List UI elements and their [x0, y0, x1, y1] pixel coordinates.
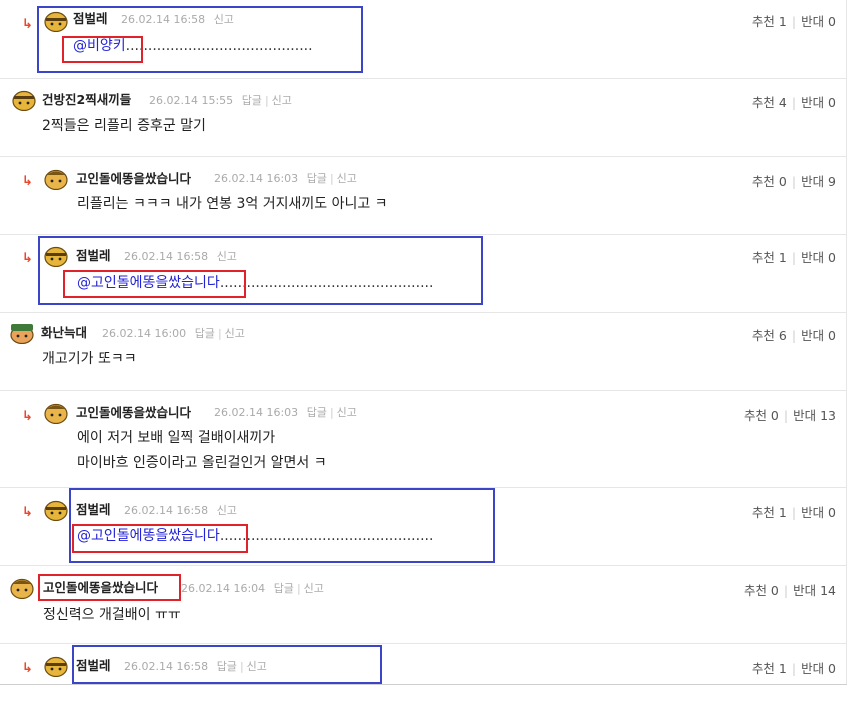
- list-bottom-border: [0, 684, 847, 685]
- vote-counts: 추천 1 | 반대 0: [751, 250, 836, 265]
- highlight-box-red: [63, 270, 246, 298]
- downvote-button[interactable]: 반대 9: [801, 174, 836, 189]
- highlight-box-red: [38, 574, 181, 601]
- list-right-border: [846, 0, 847, 685]
- reply-link[interactable]: 답글: [195, 327, 215, 340]
- divider: [0, 643, 846, 644]
- comment-time: 26.02.14 16:03: [214, 172, 299, 185]
- upvote-button[interactable]: 추천 1: [752, 661, 787, 676]
- comment-meta: 26.02.14 16:03 답글 | 신고: [214, 406, 357, 419]
- downvote-button[interactable]: 반대 0: [801, 328, 836, 343]
- avatar[interactable]: [44, 655, 68, 677]
- comment-time: 26.02.14 15:55: [149, 94, 234, 107]
- reply-arrow-icon: ↳: [22, 505, 33, 520]
- highlight-box-red: [62, 36, 143, 63]
- downvote-button[interactable]: 반대 14: [793, 583, 836, 598]
- comment-body: 정신력으 개걸배이 ㅠㅠ: [43, 607, 181, 623]
- avatar[interactable]: [10, 577, 34, 599]
- upvote-button[interactable]: 추천 0: [744, 408, 779, 423]
- author-name[interactable]: 고인돌에똥을쌌습니다: [76, 171, 191, 187]
- report-link[interactable]: 신고: [337, 172, 357, 185]
- report-link[interactable]: 신고: [337, 406, 357, 419]
- divider: [0, 234, 846, 235]
- upvote-button[interactable]: 추천 1: [752, 250, 787, 265]
- divider: [0, 156, 846, 157]
- upvote-button[interactable]: 추천 6: [752, 328, 787, 343]
- upvote-button[interactable]: 추천 1: [752, 14, 787, 29]
- comment-time: 26.02.14 16:03: [214, 406, 299, 419]
- comment-body: 에이 저거 보배 일찍 걸배이새끼가: [77, 430, 276, 446]
- reply-arrow-icon: ↳: [22, 251, 33, 266]
- reply-arrow-icon: ↳: [22, 17, 33, 32]
- vote-counts: 추천 1 | 반대 0: [751, 505, 836, 520]
- highlight-box-blue: [72, 645, 382, 684]
- vote-counts: 추천 0 | 반대 13: [743, 408, 836, 423]
- author-name[interactable]: 화난늑대: [41, 325, 87, 341]
- downvote-button[interactable]: 반대 13: [793, 408, 836, 423]
- downvote-button[interactable]: 반대 0: [801, 505, 836, 520]
- comment-meta: 26.02.14 15:55 답글 | 신고: [149, 94, 292, 107]
- vote-counts: 추천 0 | 반대 14: [743, 583, 836, 598]
- downvote-button[interactable]: 반대 0: [801, 95, 836, 110]
- comment-body: 2찍들은 리플리 증후군 말기: [42, 118, 206, 134]
- avatar[interactable]: [12, 89, 36, 111]
- comment-body-line2: 마이바흐 인증이라고 올린걸인거 알면서 ㅋ: [77, 455, 327, 471]
- divider: [0, 565, 846, 566]
- reply-link[interactable]: 답글: [242, 94, 262, 107]
- reply-arrow-icon: ↳: [22, 661, 33, 676]
- downvote-button[interactable]: 반대 0: [801, 14, 836, 29]
- reply-arrow-icon: ↳: [22, 409, 33, 424]
- comment-time: 26.02.14 16:04: [181, 582, 266, 595]
- report-link[interactable]: 신고: [225, 327, 245, 340]
- report-link[interactable]: 신고: [272, 94, 292, 107]
- vote-counts: 추천 1 | 반대 0: [751, 661, 836, 676]
- vote-counts: 추천 1 | 반대 0: [751, 14, 836, 29]
- divider: [0, 312, 846, 313]
- divider: [0, 78, 846, 79]
- upvote-button[interactable]: 추천 0: [744, 583, 779, 598]
- author-name[interactable]: 건방진2찍새끼들: [42, 92, 131, 108]
- reply-link[interactable]: 답글: [307, 406, 327, 419]
- reply-link[interactable]: 답글: [274, 582, 294, 595]
- author-name[interactable]: 고인돌에똥을쌌습니다: [76, 405, 191, 421]
- avatar[interactable]: [44, 402, 68, 424]
- comment-meta: 26.02.14 16:03 답글 | 신고: [214, 172, 357, 185]
- avatar[interactable]: [10, 322, 34, 344]
- divider: [0, 390, 846, 391]
- comment-meta: 26.02.14 16:04 답글 | 신고: [181, 582, 324, 595]
- upvote-button[interactable]: 추천 4: [752, 95, 787, 110]
- vote-counts: 추천 0 | 반대 9: [751, 174, 836, 189]
- reply-arrow-icon: ↳: [22, 174, 33, 189]
- report-link[interactable]: 신고: [304, 582, 324, 595]
- avatar[interactable]: [44, 168, 68, 190]
- comment-body: 리플리는 ㅋㅋㅋ 내가 연봉 3억 거지새끼도 아니고 ㅋ: [77, 196, 388, 212]
- comment-time: 26.02.14 16:00: [102, 327, 187, 340]
- downvote-button[interactable]: 반대 0: [801, 250, 836, 265]
- reply-link[interactable]: 답글: [307, 172, 327, 185]
- upvote-button[interactable]: 추천 1: [752, 505, 787, 520]
- vote-counts: 추천 4 | 반대 0: [751, 95, 836, 110]
- upvote-button[interactable]: 추천 0: [752, 174, 787, 189]
- avatar[interactable]: [44, 499, 68, 521]
- downvote-button[interactable]: 반대 0: [801, 661, 836, 676]
- comment-body: 개고기가 또ㅋㅋ: [42, 351, 137, 367]
- vote-counts: 추천 6 | 반대 0: [751, 328, 836, 343]
- highlight-box-red: [72, 524, 248, 553]
- comment-meta: 26.02.14 16:00 답글 | 신고: [102, 327, 245, 340]
